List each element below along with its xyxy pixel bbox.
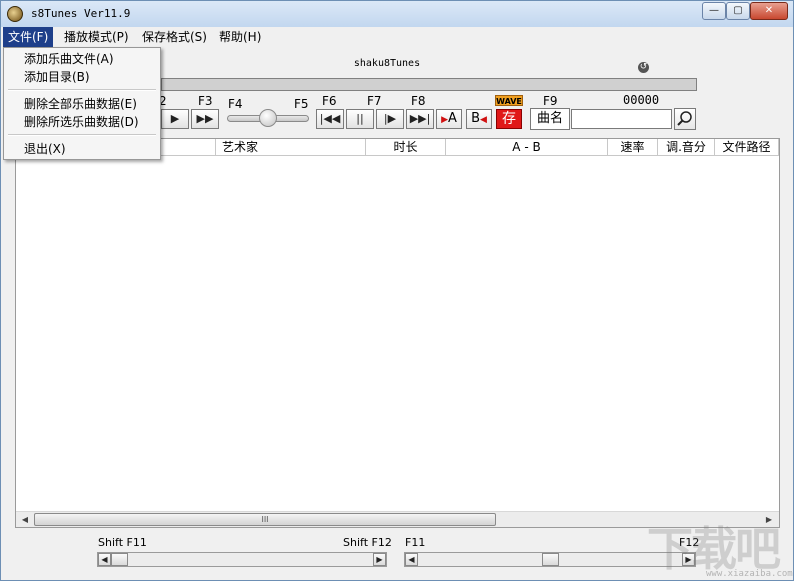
window-title: s8Tunes Ver11.9 xyxy=(31,7,131,20)
set-b-point-button[interactable]: B◀ xyxy=(466,109,492,129)
maximize-button[interactable]: ▢ xyxy=(726,2,750,20)
slider-right-arrow-icon[interactable]: ▶ xyxy=(373,553,386,566)
f5-label: F5 xyxy=(294,97,309,111)
playback-progress-bar[interactable] xyxy=(161,78,697,91)
f9-label: F9 xyxy=(543,94,558,108)
menu-add-song-files[interactable]: 添加乐曲文件(A) xyxy=(24,50,114,68)
menu-delete-all-songs[interactable]: 删除全部乐曲数据(E) xyxy=(24,95,137,113)
b-point-label: B xyxy=(471,111,480,126)
scrollbar-thumb[interactable]: III xyxy=(34,513,496,526)
file-menu-dropdown: 添加乐曲文件(A) 添加目录(B) 删除全部乐曲数据(E) 删除所选乐曲数据(D… xyxy=(3,47,161,160)
song-list[interactable]: 艺术家 时长 A - B 速率 调.音分 文件路径 xyxy=(15,138,780,528)
song-name-label: 曲名 xyxy=(530,108,570,130)
column-header-duration[interactable]: 时长 xyxy=(366,139,446,156)
app-window: s8Tunes Ver11.9 — ▢ ✕ 文件(F) 播放模式(P) 保存格式… xyxy=(0,0,794,581)
menu-separator xyxy=(8,89,156,91)
menu-separator xyxy=(8,134,156,136)
menu-help[interactable]: 帮助(H) xyxy=(214,27,266,47)
fast-forward-button[interactable]: ▶▶ xyxy=(191,109,219,129)
set-a-point-button[interactable]: ▶A xyxy=(436,109,462,129)
menu-play-mode[interactable]: 播放模式(P) xyxy=(59,27,134,47)
search-icon xyxy=(677,111,692,126)
menu-add-directory[interactable]: 添加目录(B) xyxy=(24,68,90,86)
f11-label: F11 xyxy=(405,536,426,549)
shift-f12-label: Shift F12 xyxy=(343,536,392,549)
song-name-search-input[interactable] xyxy=(571,109,672,129)
play-section-button[interactable]: ▶ xyxy=(161,109,189,129)
marker-right-icon: ▶ xyxy=(441,115,448,125)
play-button[interactable]: |▶ xyxy=(376,109,404,129)
column-header-key-cents[interactable]: 调.音分 xyxy=(658,139,715,156)
shift-f11-label: Shift F11 xyxy=(98,536,147,549)
next-track-button[interactable]: ▶▶| xyxy=(406,109,434,129)
search-button[interactable] xyxy=(674,108,696,130)
scroll-left-icon[interactable]: ◀ xyxy=(17,513,33,527)
menu-save-format[interactable]: 保存格式(S) xyxy=(137,27,212,47)
refresh-icon[interactable]: ↺ xyxy=(638,62,649,73)
watermark-url: www.xiazaiba.com xyxy=(706,569,793,579)
wave-badge: WAVE xyxy=(495,95,523,106)
column-header-ab[interactable]: A - B xyxy=(446,139,608,156)
f8-label: F8 xyxy=(411,94,426,108)
left-slider-thumb[interactable] xyxy=(111,553,128,566)
pause-button[interactable]: || xyxy=(346,109,374,129)
marker-left-icon: ◀ xyxy=(480,115,487,125)
song-title: shaku8Tunes xyxy=(353,58,421,69)
previous-track-button[interactable]: |◀◀ xyxy=(316,109,344,129)
column-header-rate[interactable]: 速率 xyxy=(608,139,658,156)
slider-left-arrow-icon[interactable]: ◀ xyxy=(405,553,418,566)
slider-left-arrow-icon[interactable]: ◀ xyxy=(98,553,111,566)
menu-bar: 文件(F) 播放模式(P) 保存格式(S) 帮助(H) xyxy=(1,27,793,47)
title-bar[interactable]: s8Tunes Ver11.9 — ▢ ✕ xyxy=(1,1,793,27)
f4-label: F4 xyxy=(228,97,243,111)
volume-slider-thumb[interactable] xyxy=(259,109,277,127)
f3-label: F3 xyxy=(198,94,213,108)
column-header-artist[interactable]: 艺术家 xyxy=(216,139,366,156)
a-point-label: A xyxy=(448,111,457,126)
menu-exit[interactable]: 退出(X) xyxy=(24,140,66,158)
app-icon[interactable] xyxy=(7,6,23,22)
position-counter: 00000 xyxy=(623,93,660,107)
right-slider-thumb[interactable] xyxy=(542,553,559,566)
menu-delete-selected-songs[interactable]: 删除所选乐曲数据(D) xyxy=(24,113,139,131)
left-position-slider[interactable]: ◀ ▶ xyxy=(97,552,387,567)
minimize-button[interactable]: — xyxy=(702,2,726,20)
close-button[interactable]: ✕ xyxy=(750,2,788,20)
column-header-file-path[interactable]: 文件路径 xyxy=(715,139,779,156)
f6-label: F6 xyxy=(322,94,337,108)
menu-file[interactable]: 文件(F) xyxy=(3,27,54,47)
save-button[interactable]: 存 xyxy=(496,109,522,129)
f7-label: F7 xyxy=(367,94,382,108)
